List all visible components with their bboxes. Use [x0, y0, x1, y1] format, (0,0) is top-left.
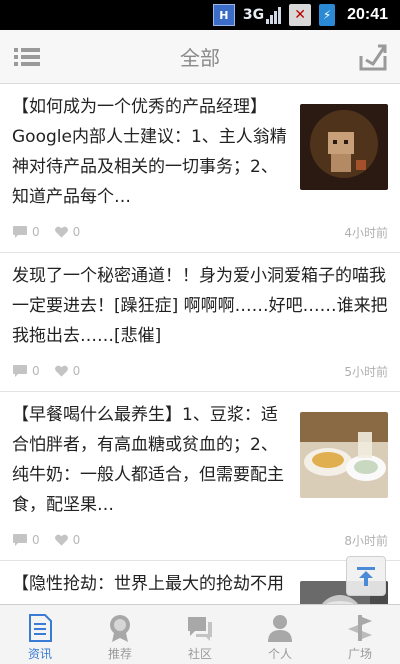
share-tray-icon[interactable] [358, 42, 388, 72]
like-count[interactable]: 0 [54, 364, 81, 378]
heart-icon [54, 534, 68, 546]
page-title: 全部 [180, 46, 220, 70]
feed-item-thumbnail[interactable] [300, 104, 388, 190]
person-icon [268, 615, 292, 642]
plaza-icon [348, 615, 372, 641]
feed-item-thumbnail[interactable] [300, 412, 388, 498]
tab-community[interactable]: 社区 [160, 605, 240, 664]
tab-label: 资讯 [27, 647, 52, 661]
like-count[interactable]: 0 [54, 533, 81, 547]
feed-item[interactable]: 发现了一个秘密通道！！身为爱小洞爱箱子的喵我一定要进去！[躁狂症] 啊啊啊……好… [0, 253, 400, 392]
tab-label: 社区 [187, 647, 212, 661]
tab-label: 推荐 [107, 647, 132, 661]
comment-count-value: 0 [32, 364, 40, 378]
post-time: 4小时前 [344, 225, 388, 240]
community-chat-icon [188, 617, 212, 641]
feed-item-text: 【早餐喝什么最养生】1、豆浆：适合怕胖者，有高血糖或贫血的；2、纯牛奶：一般人都… [12, 405, 284, 515]
comment-count[interactable]: 0 [12, 364, 40, 378]
no-sim-icon: ✕ [289, 4, 312, 26]
like-count-value: 0 [72, 533, 81, 547]
feed-item-text: 【隐性抢劫：世界上最大的抢劫不用刀枪，乃用货币】吴敬… [12, 574, 284, 594]
feed-item[interactable]: 【如何成为一个优秀的产品经理】Google内部人士建议：1、主人翁精神对待产品及… [0, 84, 400, 253]
comment-count[interactable]: 0 [12, 533, 40, 547]
comment-icon [13, 534, 27, 546]
like-count-value: 0 [72, 225, 81, 239]
hsdpa-icon: H [212, 4, 235, 26]
signal-indicator: 3G [242, 4, 282, 26]
feed-item-meta: 0 0 8小时前 [12, 526, 388, 554]
feed-item-meta: 0 0 5小时前 [12, 357, 388, 385]
post-time: 5小时前 [344, 364, 388, 379]
comment-count-value: 0 [32, 225, 40, 239]
post-time: 8小时前 [344, 533, 388, 548]
feed-item-text: 发现了一个秘密通道！！身为爱小洞爱箱子的喵我一定要进去！[躁狂症] 啊啊啊……好… [12, 266, 388, 346]
battery-charging-icon: ⚡ [319, 4, 336, 26]
news-feed[interactable]: 【如何成为一个优秀的产品经理】Google内部人士建议：1、主人翁精神对待产品及… [0, 84, 400, 604]
news-icon [29, 614, 52, 642]
recommend-badge-icon [110, 615, 130, 642]
comment-icon [13, 226, 27, 238]
tab-label: 广场 [347, 647, 372, 661]
tab-news[interactable]: 资讯 [0, 605, 80, 664]
heart-icon [54, 365, 68, 377]
feed-item[interactable]: 【隐性抢劫：世界上最大的抢劫不用刀枪，乃用货币】吴敬… [0, 561, 400, 604]
heart-icon [54, 226, 68, 238]
tab-personal[interactable]: 个人 [240, 605, 320, 664]
like-count-value: 0 [72, 364, 81, 378]
header: 全部 [0, 30, 400, 84]
feed-item-meta: 0 0 4小时前 [12, 218, 388, 246]
list-menu-icon[interactable] [12, 42, 42, 72]
clock: 20:41 [347, 6, 388, 23]
comment-count[interactable]: 0 [12, 225, 40, 239]
comment-count-value: 0 [32, 533, 40, 547]
like-count[interactable]: 0 [54, 225, 81, 239]
signal-bars-icon [266, 6, 282, 24]
back-to-top-button[interactable] [346, 556, 386, 596]
network-type-label: 3G [242, 7, 265, 23]
feed-item-text: 【如何成为一个优秀的产品经理】Google内部人士建议：1、主人翁精神对待产品及… [12, 97, 287, 207]
status-bar: H 3G ✕ ⚡ 20:41 [0, 0, 400, 30]
bottom-tab-bar: 资讯 推荐 社区 个人 广场 [0, 604, 400, 664]
tab-label: 个人 [267, 647, 292, 661]
tab-plaza[interactable]: 广场 [320, 605, 400, 664]
feed-item[interactable]: 【早餐喝什么最养生】1、豆浆：适合怕胖者，有高血糖或贫血的；2、纯牛奶：一般人都… [0, 392, 400, 561]
arrow-up-icon [357, 567, 375, 586]
comment-icon [13, 365, 27, 377]
tab-recommend[interactable]: 推荐 [80, 605, 160, 664]
